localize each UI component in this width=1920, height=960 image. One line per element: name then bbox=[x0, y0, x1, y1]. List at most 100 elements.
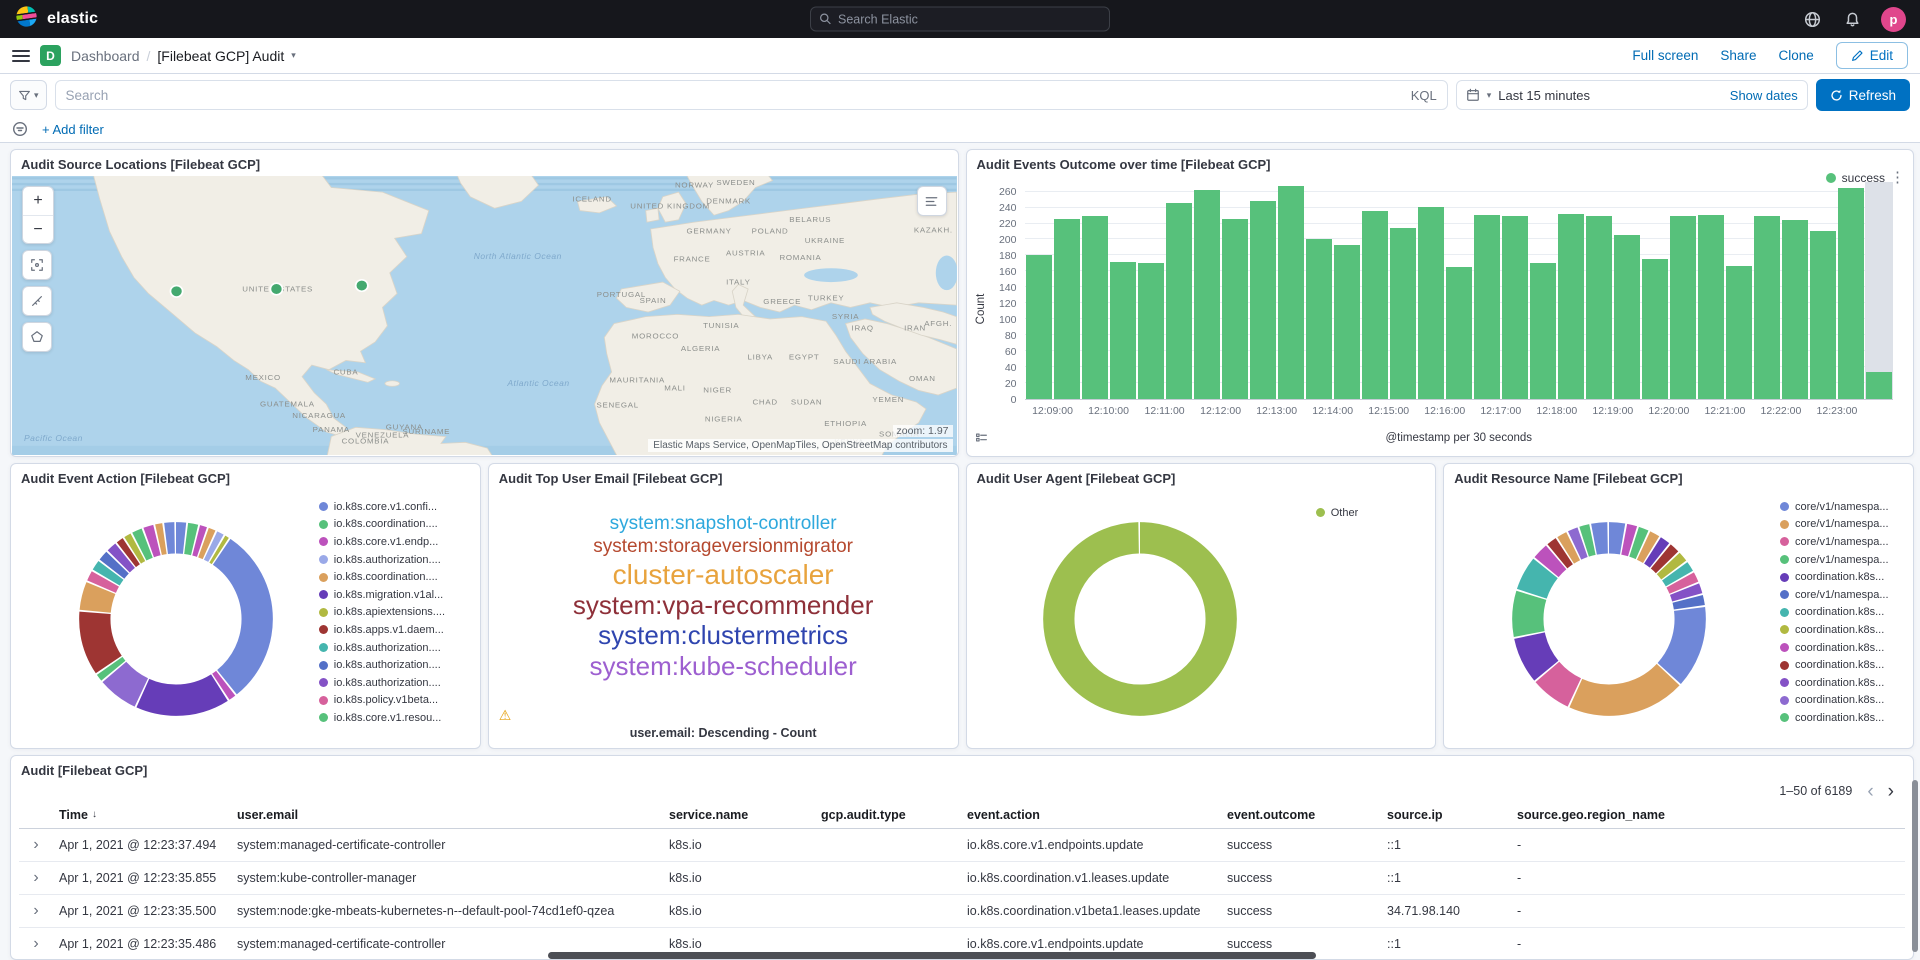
saved-query-menu-button[interactable]: ▾ bbox=[10, 80, 47, 110]
global-search-input[interactable] bbox=[838, 12, 1101, 26]
legend-item[interactable]: coordination.k8s... bbox=[1780, 568, 1906, 586]
bar-success[interactable] bbox=[1362, 211, 1388, 399]
map-attribution[interactable]: Elastic Maps Service, OpenMapTiles, Open… bbox=[648, 439, 952, 452]
column-header-Time[interactable]: Time↓ bbox=[53, 808, 231, 822]
column-header-service-name[interactable]: service.name bbox=[663, 808, 815, 822]
bar-success[interactable] bbox=[1642, 259, 1668, 399]
legend-item[interactable]: io.k8s.policy.v1beta... bbox=[319, 692, 473, 710]
bar-success[interactable] bbox=[1306, 239, 1332, 399]
bar-success[interactable] bbox=[1558, 214, 1584, 399]
bar-success[interactable] bbox=[1810, 231, 1836, 399]
expand-row-button[interactable]: › bbox=[19, 902, 53, 920]
bar-success[interactable] bbox=[1698, 215, 1724, 399]
add-filter-button[interactable]: + Add filter bbox=[42, 122, 104, 137]
legend-item[interactable]: core/v1/namespa... bbox=[1780, 586, 1906, 604]
bar-success[interactable] bbox=[1446, 267, 1472, 399]
column-header-event-outcome[interactable]: event.outcome bbox=[1221, 808, 1381, 822]
legend-item[interactable]: io.k8s.authorization.... bbox=[319, 674, 473, 692]
column-header-event-action[interactable]: event.action bbox=[961, 808, 1221, 822]
legend-item[interactable]: io.k8s.apiextensions.... bbox=[319, 604, 473, 622]
bar-success[interactable] bbox=[1838, 188, 1864, 399]
edit-button[interactable]: Edit bbox=[1836, 42, 1908, 69]
map-layers-button[interactable] bbox=[917, 186, 947, 216]
vertical-scrollbar[interactable] bbox=[1912, 780, 1918, 952]
bar-success[interactable] bbox=[1530, 263, 1556, 399]
bar-success[interactable] bbox=[1222, 219, 1248, 399]
legend-toggle-icon[interactable] bbox=[975, 432, 988, 450]
bar-success[interactable] bbox=[1502, 216, 1528, 399]
legend-item[interactable]: io.k8s.core.v1.confi... bbox=[319, 498, 473, 516]
horizontal-scrollbar[interactable] bbox=[548, 952, 1316, 959]
column-header-user-email[interactable]: user.email bbox=[231, 808, 663, 822]
map-data-point[interactable] bbox=[270, 283, 282, 295]
map-data-point[interactable] bbox=[170, 286, 182, 298]
table-row[interactable]: ›Apr 1, 2021 @ 12:23:37.494system:manage… bbox=[19, 829, 1905, 862]
legend-item[interactable]: coordination.k8s... bbox=[1780, 709, 1906, 727]
world-map[interactable]: NORWAYSWEDENICELANDUNITED KINGDOMDENMARK… bbox=[12, 176, 957, 455]
expand-row-button[interactable]: › bbox=[19, 836, 53, 854]
space-badge[interactable]: D bbox=[40, 45, 61, 66]
legend-item[interactable]: core/v1/namespa... bbox=[1780, 533, 1906, 551]
tag-cloud-term[interactable]: system:clustermetrics bbox=[598, 622, 848, 649]
column-header-source-geo-region_name[interactable]: source.geo.region_name bbox=[1511, 808, 1905, 822]
alerts-bell-icon[interactable] bbox=[1841, 8, 1863, 30]
legend-item[interactable]: coordination.k8s... bbox=[1780, 604, 1906, 622]
saved-filters-icon[interactable] bbox=[12, 121, 28, 137]
legend-item[interactable]: io.k8s.core.v1.endp... bbox=[319, 533, 473, 551]
menu-hamburger-icon[interactable] bbox=[12, 50, 30, 62]
bar-success[interactable] bbox=[1418, 207, 1444, 399]
clone-button[interactable]: Clone bbox=[1778, 48, 1813, 63]
legend-item[interactable]: io.k8s.authorization.... bbox=[319, 639, 473, 657]
legend-item[interactable]: io.k8s.core.v1.resou... bbox=[319, 709, 473, 727]
global-search[interactable] bbox=[810, 7, 1110, 32]
pagination-prev-button[interactable]: ‹ bbox=[1862, 782, 1878, 801]
bar-success[interactable] bbox=[1138, 263, 1164, 399]
expand-row-button[interactable]: › bbox=[19, 869, 53, 887]
bar-success[interactable] bbox=[1054, 219, 1080, 399]
legend-item[interactable]: io.k8s.coordination.... bbox=[319, 568, 473, 586]
column-header-gcp-audit-type[interactable]: gcp.audit.type bbox=[815, 808, 961, 822]
bar-success[interactable] bbox=[1194, 190, 1220, 399]
legend-item[interactable]: Other bbox=[1316, 504, 1359, 522]
bar-success[interactable] bbox=[1614, 235, 1640, 399]
tag-cloud-term[interactable]: system:storageversionmigrator bbox=[593, 537, 853, 557]
tag-cloud-term[interactable]: cluster-autoscaler bbox=[613, 560, 834, 589]
share-button[interactable]: Share bbox=[1720, 48, 1756, 63]
bar-success[interactable] bbox=[1110, 262, 1136, 399]
search-query-input[interactable] bbox=[66, 88, 1403, 103]
bar-success[interactable] bbox=[1782, 220, 1808, 400]
expand-row-button[interactable]: › bbox=[19, 935, 53, 953]
tag-cloud-term[interactable]: system:snapshot-controller bbox=[610, 514, 837, 534]
full-screen-button[interactable]: Full screen bbox=[1632, 48, 1698, 63]
elastic-logo[interactable] bbox=[14, 4, 39, 34]
bar-success[interactable] bbox=[1390, 228, 1416, 399]
legend-item[interactable]: coordination.k8s... bbox=[1780, 656, 1906, 674]
deployment-globe-icon[interactable] bbox=[1801, 8, 1823, 30]
kql-label[interactable]: KQL bbox=[1403, 88, 1437, 103]
kql-query-input[interactable]: KQL bbox=[55, 80, 1448, 110]
bar-success[interactable] bbox=[1250, 201, 1276, 399]
map-data-point[interactable] bbox=[356, 280, 368, 292]
map-fit-bounds-button[interactable] bbox=[22, 250, 52, 280]
bar-success[interactable] bbox=[1474, 215, 1500, 399]
legend-item[interactable]: core/v1/namespa... bbox=[1780, 498, 1906, 516]
pagination-next-button[interactable]: › bbox=[1883, 782, 1899, 801]
refresh-button[interactable]: Refresh bbox=[1816, 79, 1910, 111]
bar-success-partial[interactable] bbox=[1866, 372, 1892, 399]
legend-item[interactable]: io.k8s.authorization.... bbox=[319, 551, 473, 569]
column-header-source-ip[interactable]: source.ip bbox=[1381, 808, 1511, 822]
map-draw-tool-button[interactable] bbox=[22, 322, 52, 352]
bar-success[interactable] bbox=[1670, 216, 1696, 399]
breadcrumb-dashboard-link[interactable]: Dashboard bbox=[71, 48, 140, 64]
table-row[interactable]: ›Apr 1, 2021 @ 12:23:35.855system:kube-c… bbox=[19, 862, 1905, 895]
bar-success[interactable] bbox=[1726, 266, 1752, 399]
legend-item[interactable]: coordination.k8s... bbox=[1780, 692, 1906, 710]
bar-success[interactable] bbox=[1334, 245, 1360, 399]
show-dates-button[interactable]: Show dates bbox=[1730, 88, 1798, 103]
map-zoom-out-button[interactable]: − bbox=[23, 215, 53, 243]
tag-cloud-term[interactable]: system:kube-scheduler bbox=[589, 653, 856, 680]
bar-success[interactable] bbox=[1754, 216, 1780, 399]
legend-item[interactable]: io.k8s.coordination.... bbox=[319, 516, 473, 534]
table-row[interactable]: ›Apr 1, 2021 @ 12:23:35.500system:node:g… bbox=[19, 895, 1905, 928]
legend-item[interactable]: coordination.k8s... bbox=[1780, 639, 1906, 657]
